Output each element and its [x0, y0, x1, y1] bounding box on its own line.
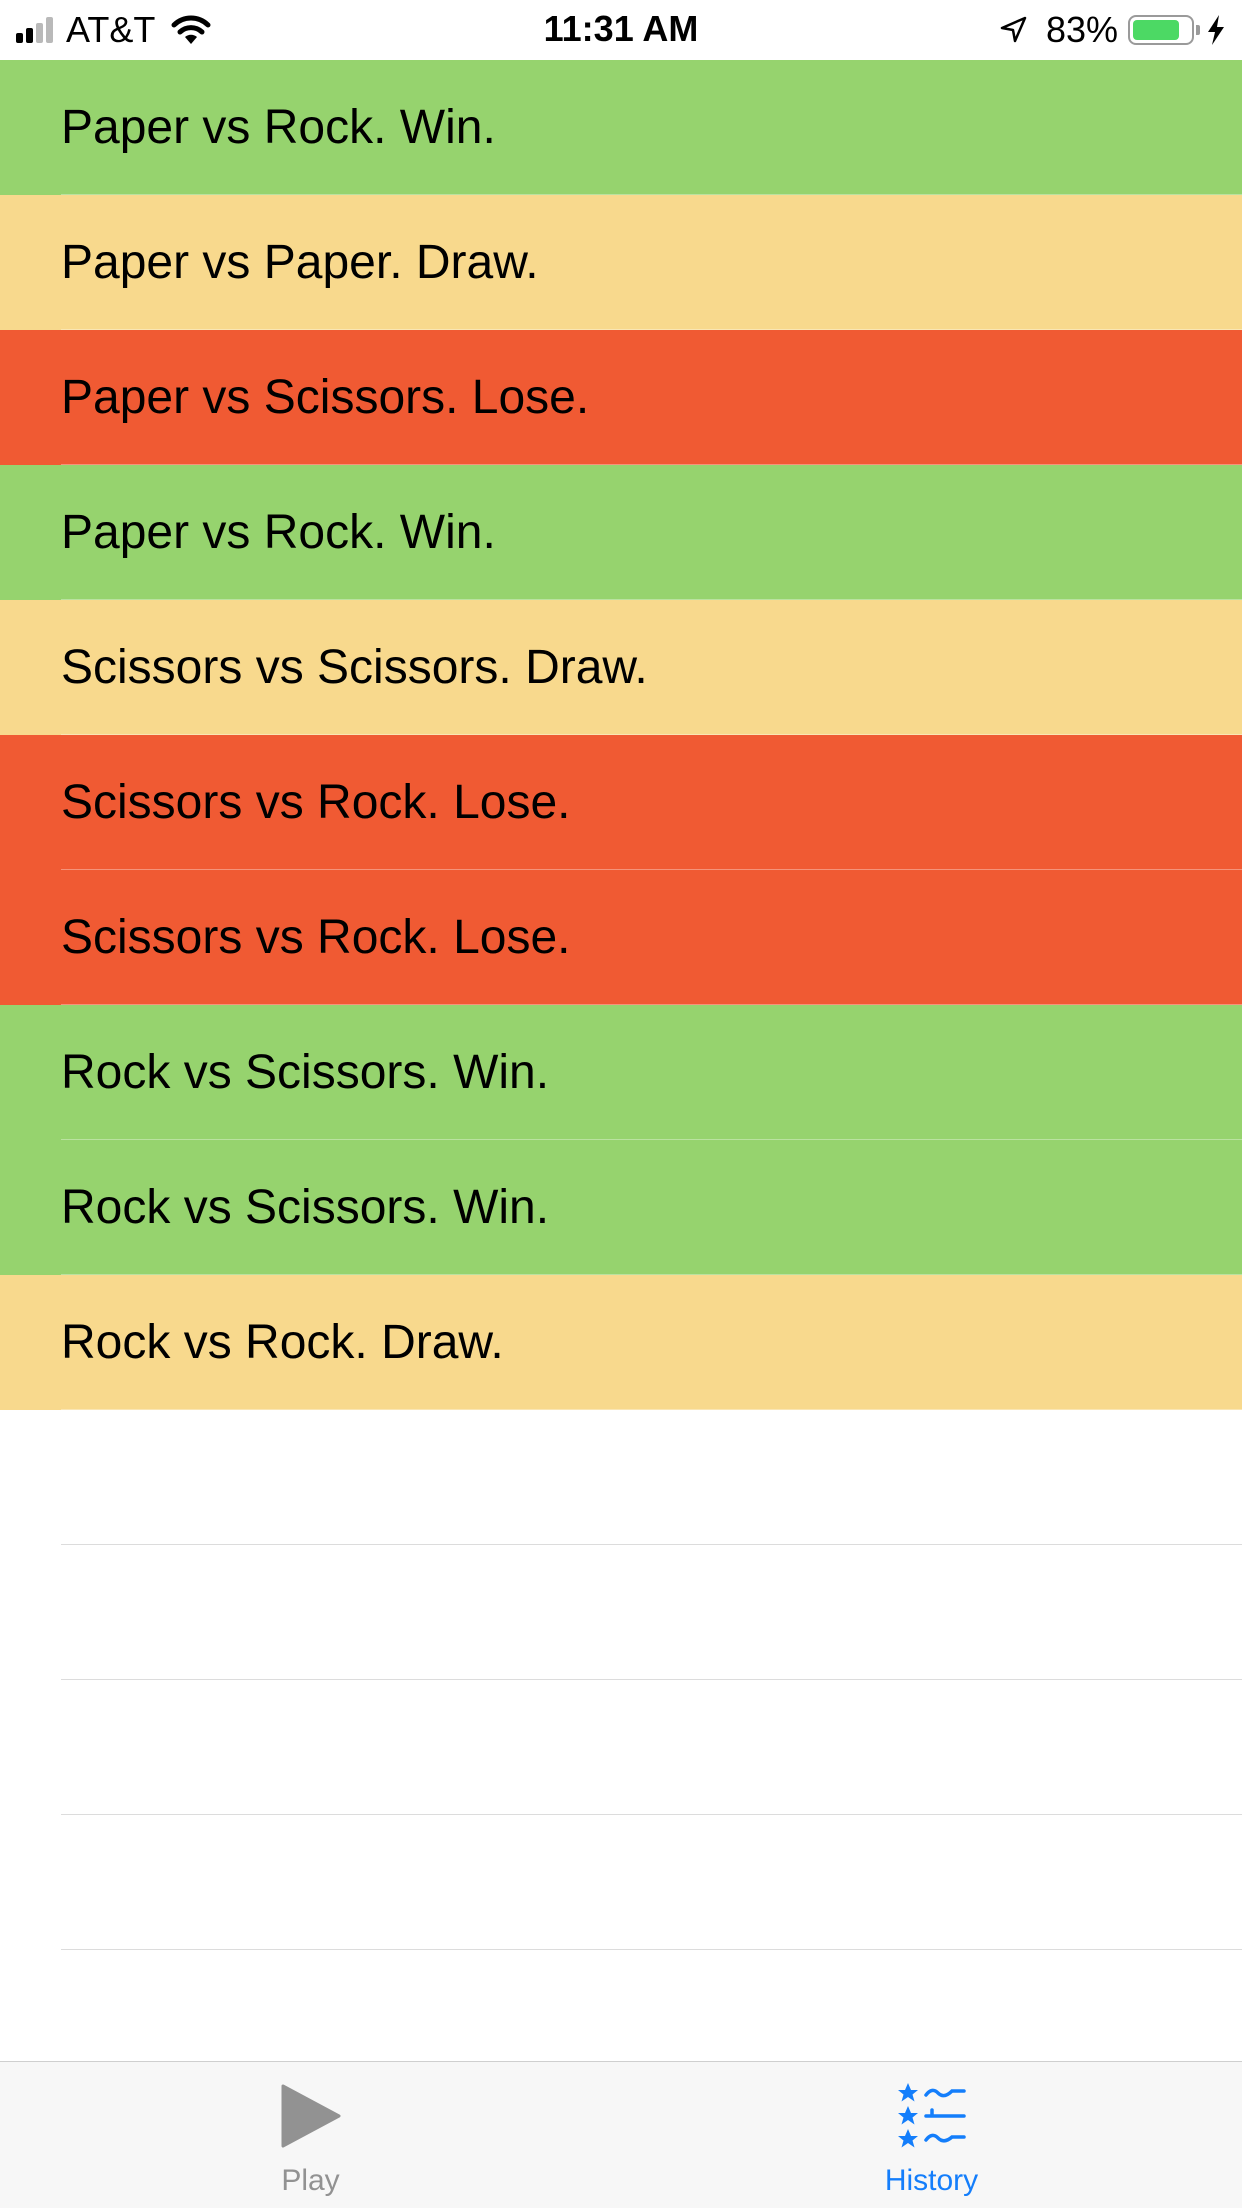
location-arrow-icon — [1000, 16, 1027, 43]
history-list[interactable]: Paper vs Rock. Win. Paper vs Paper. Draw.… — [0, 60, 1242, 2085]
empty-table-row — [0, 1815, 1242, 1950]
history-row-label: Scissors vs Scissors. Draw. — [61, 641, 648, 694]
history-row-label: Rock vs Rock. Draw. — [61, 1316, 504, 1369]
play-icon — [281, 2084, 340, 2148]
empty-table-row — [0, 1545, 1242, 1680]
empty-table-row — [0, 1680, 1242, 1815]
history-row[interactable]: Scissors vs Scissors. Draw. — [0, 600, 1242, 735]
history-row-label: Rock vs Scissors. Win. — [61, 1046, 550, 1099]
history-row-label: Scissors vs Rock. Lose. — [61, 776, 571, 829]
status-bar-right: 83% — [998, 9, 1226, 50]
battery-percentage: 83% — [1045, 9, 1118, 50]
history-row[interactable]: Rock vs Scissors. Win. — [0, 1005, 1242, 1140]
history-list-icon — [897, 2083, 966, 2148]
history-row[interactable]: Scissors vs Rock. Lose. — [0, 735, 1242, 870]
history-row[interactable]: Paper vs Paper. Draw. — [0, 195, 1242, 330]
charging-bolt-icon — [1208, 15, 1224, 45]
battery-icon — [1128, 15, 1200, 45]
history-row-label: Paper vs Scissors. Lose. — [61, 371, 590, 424]
tab-bar: Play History — [0, 2061, 1242, 2208]
history-row[interactable]: Rock vs Rock. Draw. — [0, 1275, 1242, 1410]
history-row[interactable]: Paper vs Rock. Win. — [0, 60, 1242, 195]
empty-table-row — [0, 1410, 1242, 1545]
history-row[interactable]: Rock vs Scissors. Win. — [0, 1140, 1242, 1275]
history-row-label: Paper vs Paper. Draw. — [61, 236, 539, 289]
history-row-label: Paper vs Rock. Win. — [61, 506, 496, 559]
tab-play[interactable]: Play — [0, 2062, 621, 2209]
history-row[interactable]: Scissors vs Rock. Lose. — [0, 870, 1242, 1005]
history-row-label: Scissors vs Rock. Lose. — [61, 911, 571, 964]
battery-fill — [1133, 20, 1179, 40]
tab-history-label: History — [884, 2164, 979, 2197]
tab-play-label: Play — [281, 2164, 340, 2197]
history-row[interactable]: Paper vs Rock. Win. — [0, 465, 1242, 600]
status-bar: AT&T 11:31 AM 83% — [0, 0, 1242, 60]
history-row[interactable]: Paper vs Scissors. Lose. — [0, 330, 1242, 465]
history-row-label: Rock vs Scissors. Win. — [61, 1181, 550, 1234]
tab-history[interactable]: History — [621, 2062, 1242, 2209]
history-row-label: Paper vs Rock. Win. — [61, 101, 496, 154]
